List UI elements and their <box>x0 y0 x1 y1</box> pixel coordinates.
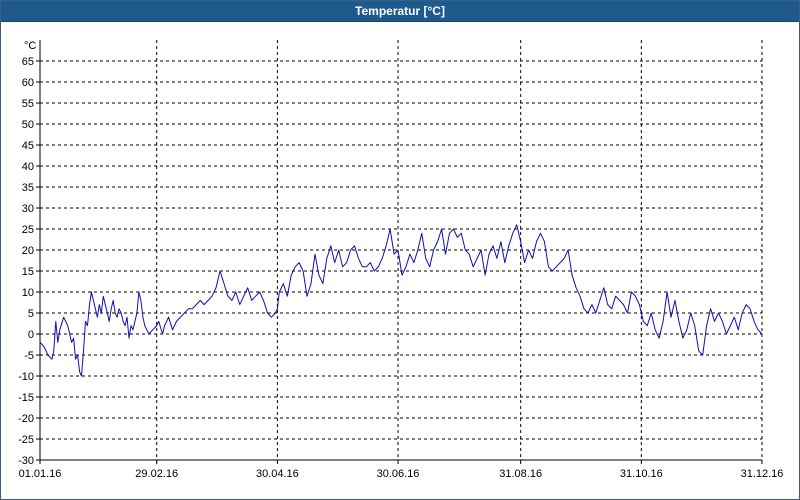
x-tick-label: 01.01.16 <box>19 468 62 480</box>
y-tick-label: 45 <box>22 140 34 152</box>
y-tick-label: 40 <box>22 161 34 173</box>
x-tick-label: 30.06.16 <box>377 468 420 480</box>
y-tick-label: 5 <box>28 308 34 320</box>
y-tick-label: 25 <box>22 224 34 236</box>
y-tick-label: 30 <box>22 203 34 215</box>
x-tick-label: 31.12.16 <box>741 468 784 480</box>
x-tick-label: 30.04.16 <box>256 468 299 480</box>
y-tick-label: -20 <box>18 413 34 425</box>
x-tick-label: 31.10.16 <box>620 468 663 480</box>
y-tick-label: 65 <box>22 56 34 68</box>
y-tick-label: 50 <box>22 119 34 131</box>
x-tick-label: 29.02.16 <box>135 468 178 480</box>
y-tick-label: 10 <box>22 287 34 299</box>
y-tick-label: 15 <box>22 266 34 278</box>
y-tick-label: -30 <box>18 455 34 467</box>
temperature-chart: -30 -25 -20 -15 -10 -5 0 5 10 15 20 25 30 35 40 45 50 55 6… <box>18 40 784 480</box>
y-tick-label: 55 <box>22 98 34 110</box>
x-tick-label: 31.08.16 <box>499 468 542 480</box>
y-axis-unit-label: °C <box>24 40 36 52</box>
y-tick-label: 35 <box>22 182 34 194</box>
y-tick-label: 0 <box>28 329 34 341</box>
y-tick-label: -10 <box>18 371 34 383</box>
y-tick-label: -25 <box>18 434 34 446</box>
y-tick-label: 20 <box>22 245 34 257</box>
y-tick-label: -5 <box>24 350 34 362</box>
temperature-series-line <box>39 224 763 377</box>
y-tick-label: 60 <box>22 77 34 89</box>
y-tick-label: -15 <box>18 392 34 404</box>
